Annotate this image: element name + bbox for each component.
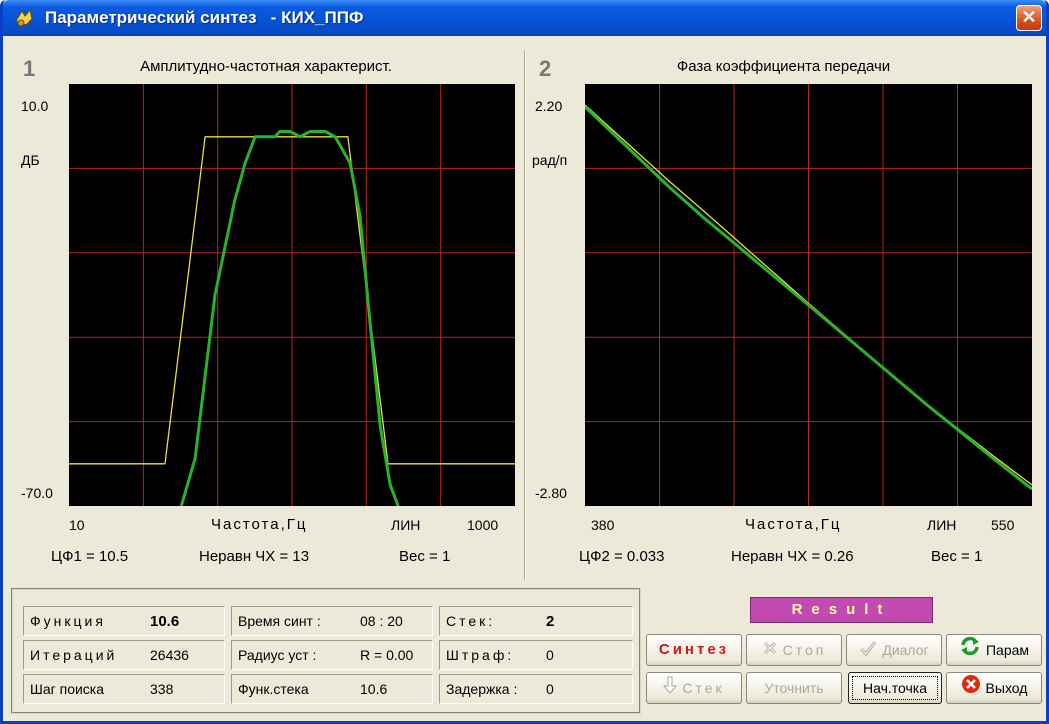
refresh-icon [959,636,981,666]
stop-label: Стоп [782,642,827,658]
iterations-label: Итераций [30,647,118,663]
target-function-stat: ЦФ1 = 10.5 [51,548,129,565]
y-min-label: -70.0 [21,485,53,501]
exit-button[interactable]: Выход [946,672,1042,704]
start-point-button[interactable]: Нач.точка [848,672,942,704]
stack-button-label: Стек [682,680,725,696]
phase-plot[interactable] [585,84,1032,506]
stack-cell: Стек: 2 [439,606,633,636]
stack-label: Стек: [446,613,496,629]
stop-button[interactable]: Стоп [746,634,842,666]
x-scale-label: ЛИН [391,517,421,533]
search-step-cell: Шаг поиска 338 [23,674,225,704]
result-indicator: Result [750,597,933,623]
close-button[interactable]: ✕ [1016,5,1042,31]
stop-x-icon [762,636,778,666]
stack-function-cell: Функ.стека 10.6 [231,674,433,704]
amplitude-chart [69,84,515,506]
y-max-label: 10.0 [21,98,49,114]
function-label: Функция [30,613,106,629]
exit-x-icon [961,674,981,704]
x-max-label: 1000 [467,517,499,533]
unevenness-stat: Неравн ЧХ = 13 [199,548,310,565]
delay-label: Задержка : [446,681,518,697]
parameters-button[interactable]: Парам [946,634,1042,666]
checkmark-icon [859,636,877,666]
synthesis-button[interactable]: Синтез [646,634,742,666]
x-axis-title: Частота,Гц [745,516,842,533]
search-step-value: 338 [150,681,174,697]
function-value: 10.6 [150,613,180,630]
dialog-label: Диалог [882,642,929,658]
panel-divider [524,50,526,580]
synthesis-info-panel: Функция 10.6 Итераций 26436 Шаг поиска 3… [11,588,641,714]
radius-value: R = 0.00 [360,647,414,663]
panel-title: Амплитудно-частотная характерист. [140,58,392,75]
amplitude-plot[interactable] [69,84,515,506]
title-bar[interactable]: Параметрический синтез - КИХ_ППФ ✕ [3,0,1046,36]
delay-cell: Задержка : 0 [439,674,633,704]
window-title: Параметрический синтез - КИХ_ППФ [45,8,364,27]
weight-stat: Вес = 1 [931,548,983,565]
weight-stat: Вес = 1 [399,548,451,565]
penalty-cell: Штраф: 0 [439,640,633,670]
iterations-cell: Итераций 26436 [23,640,225,670]
app-window: Параметрический синтез - КИХ_ППФ ✕ 1 Амп… [0,0,1049,724]
unevenness-stat: Неравн ЧХ = 0.26 [731,548,854,565]
penalty-value: 0 [546,647,554,663]
stack-value: 2 [546,613,555,630]
x-scale-label: ЛИН [927,517,957,533]
function-cell: Функция 10.6 [23,606,225,636]
synthesis-time-value: 08 : 20 [360,613,403,629]
iterations-value: 26436 [150,647,189,663]
target-function-stat: ЦФ2 = 0.033 [579,548,665,565]
exit-label: Выход [985,680,1028,696]
phase-chart [585,84,1032,506]
app-icon [15,8,33,27]
stack-function-value: 10.6 [360,681,388,697]
radius-label: Радиус уст : [238,647,317,663]
y-min-label: -2.80 [535,485,567,501]
parameters-label: Парам [985,642,1030,658]
x-min-label: 380 [591,517,615,533]
y-max-label: 2.20 [535,98,563,114]
panel-title: Фаза коэффициента передачи [676,58,891,75]
amplitude-panel: 1 Амплитудно-частотная характерист. 10.0… [11,50,521,580]
y-unit-label: рад/п [532,152,568,168]
y-unit-label: ДБ [21,152,40,168]
search-step-label: Шаг поиска [30,681,105,697]
radius-cell: Радиус уст : R = 0.00 [231,640,433,670]
refine-button[interactable]: Уточнить [746,672,842,704]
penalty-label: Штраф: [446,647,515,663]
stack-function-label: Функ.стека [238,681,309,697]
arrow-down-icon [663,674,678,704]
stack-button[interactable]: Стек [646,672,742,704]
x-axis-title: Частота,Гц [211,516,308,533]
delay-value: 0 [546,681,554,697]
phase-panel: 2 Фаза коэффициента передачи 2.20 рад/п … [527,50,1040,580]
x-min-label: 10 [69,517,85,533]
dialog-button[interactable]: Диалог [846,634,942,666]
x-max-label: 550 [991,517,1015,533]
synthesis-time-cell: Время синт : 08 : 20 [231,606,433,636]
synthesis-time-label: Время синт : [238,613,321,629]
